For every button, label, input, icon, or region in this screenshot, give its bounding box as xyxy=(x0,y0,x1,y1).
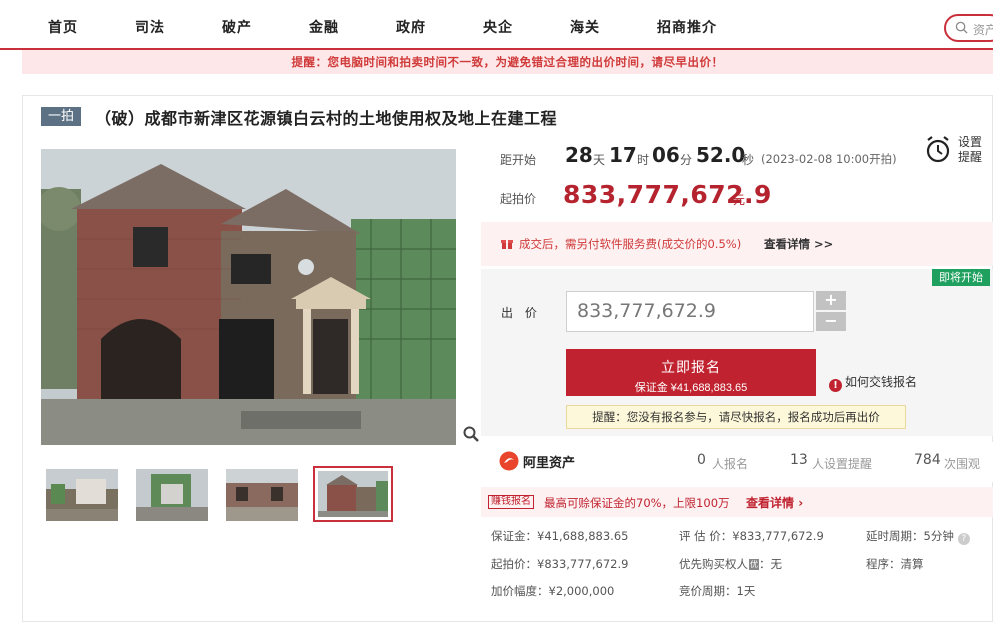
start-price-unit: 元 xyxy=(733,193,746,207)
thumbnail-image xyxy=(226,469,298,521)
info-delay-text: 延时周期：5分钟 xyxy=(866,529,954,543)
thumbnail-2[interactable] xyxy=(136,469,208,521)
search-placeholder: 资产 xyxy=(973,23,993,37)
thumbnail-image xyxy=(318,471,388,517)
countdown-days: 28 xyxy=(565,143,593,167)
page-title: （破）成都市新津区花源镇白云村的土地使用权及地上在建工程 xyxy=(95,109,558,128)
increase-bid-button[interactable]: + xyxy=(816,291,846,310)
bid-section: 即将开始 出 价 833,777,672.9 + − 立即报名 保证金 ¥41,… xyxy=(481,269,993,436)
signup-label: 立即报名 xyxy=(661,358,721,375)
reminder-count: 13 xyxy=(790,452,808,468)
info-priority: 优先购买权人 优：无 xyxy=(679,556,782,572)
search-icon xyxy=(955,21,968,34)
service-fee-details-link[interactable]: 查看详情 >> xyxy=(764,236,833,252)
countdown-days-unit: 天 xyxy=(593,153,606,167)
countdown-seconds: 52.0 xyxy=(696,143,746,167)
info-increment: 加价幅度：¥2,000,000 xyxy=(491,584,615,598)
thumbnail-image xyxy=(46,469,118,521)
info-delay: 延时周期：5分钟? xyxy=(866,528,970,545)
reminder-line2: 提醒 xyxy=(958,150,983,164)
top-nav: 首页 司法 破产 金融 政府 央企 海关 招商推介 资产 xyxy=(0,0,993,50)
signup-deposit: 保证金 ¥41,688,883.65 xyxy=(634,381,748,394)
help-icon[interactable]: ? xyxy=(957,533,970,545)
nav-item-investment[interactable]: 招商推介 xyxy=(657,17,717,37)
reminder-line1: 设置 xyxy=(958,135,983,149)
deposit-loan-promo: 赚钱报名 最高可赊保证金的70%，上限100万 查看详情 › xyxy=(481,487,993,517)
info-priority-label: 优先购买权人 xyxy=(679,557,748,571)
zoom-icon[interactable] xyxy=(463,426,479,442)
signup-button[interactable]: 立即报名 保证金 ¥41,688,883.65 xyxy=(566,349,816,396)
countdown-hours-unit: 时 xyxy=(637,153,650,167)
countdown-label: 距开始 xyxy=(500,153,537,167)
villa-photo xyxy=(41,149,456,445)
thumbnail-3[interactable] xyxy=(226,469,298,521)
priority-tag: 优 xyxy=(749,559,759,570)
view-count: 784 xyxy=(914,452,941,468)
thumbnail-4-selected[interactable] xyxy=(313,466,393,522)
info-icon: ! xyxy=(829,379,842,392)
bid-amount-input[interactable]: 833,777,672.9 xyxy=(566,291,814,332)
signup-reminder: 提醒：您没有报名参与，请尽快报名，报名成功后再出价 xyxy=(566,405,906,429)
set-reminder-label: 设置 提醒 xyxy=(958,135,988,165)
nav-item-customs[interactable]: 海关 xyxy=(570,17,600,37)
info-priority-value: ：无 xyxy=(759,557,782,571)
info-cycle: 竞价周期：1天 xyxy=(679,584,756,598)
signup-count: 0 xyxy=(697,452,706,468)
set-reminder-button[interactable]: 设置 提醒 xyxy=(922,133,992,169)
nav-item-home[interactable]: 首页 xyxy=(48,17,78,37)
nav-item-government[interactable]: 政府 xyxy=(396,17,426,37)
how-to-pay-link[interactable]: ! 如何交钱报名 xyxy=(829,373,917,392)
main-photo[interactable] xyxy=(41,149,456,445)
brand-name: 阿里资产 xyxy=(523,456,576,471)
auction-round-badge: 一拍 xyxy=(41,107,81,126)
bid-label: 出 价 xyxy=(501,306,541,320)
thumbnail-image xyxy=(136,469,208,521)
service-fee-notice: 成交后，需另付软件服务费(成交价的0.5%) 查看详情 >> xyxy=(481,222,993,266)
nav-item-bankruptcy[interactable]: 破产 xyxy=(222,17,252,37)
view-count-label: 次围观 xyxy=(944,457,981,471)
countdown-minutes-unit: 分 xyxy=(680,153,693,167)
alibaba-logo xyxy=(499,451,519,471)
alarm-clock-icon xyxy=(926,136,950,163)
promo-link-label: 查看详情 xyxy=(746,496,795,510)
info-procedure: 程序：清算 xyxy=(866,557,924,571)
countdown-seconds-unit: 秒 xyxy=(742,153,755,167)
gift-icon xyxy=(501,240,513,249)
info-appraisal: 评 估 价：¥833,777,672.9 xyxy=(679,529,824,543)
countdown-hours: 17 xyxy=(609,143,637,167)
status-badge: 即将开始 xyxy=(932,269,990,286)
service-fee-text: 成交后，需另付软件服务费(成交价的0.5%) xyxy=(519,237,742,251)
how-to-pay-label: 如何交钱报名 xyxy=(845,375,918,389)
promo-text: 最高可赊保证金的70%，上限100万 xyxy=(544,496,730,510)
reminder-count-label: 人设置提醒 xyxy=(812,457,873,471)
time-mismatch-notice: 提醒：您电脑时间和拍卖时间不一致，为避免错过合理的出价时间，请尽早出价！ xyxy=(22,50,993,74)
search-input[interactable]: 资产 xyxy=(944,14,993,42)
start-price-label: 起拍价 xyxy=(500,192,537,206)
thumbnail-1[interactable] xyxy=(46,469,118,521)
promo-details-link[interactable]: 查看详情 › xyxy=(746,494,803,511)
nav-item-finance[interactable]: 金融 xyxy=(309,17,339,37)
signup-count-label: 人报名 xyxy=(712,457,749,471)
nav-item-judicial[interactable]: 司法 xyxy=(135,17,165,37)
auction-stats: 阿里资产 0 人报名 13 人设置提醒 784 次围观 xyxy=(481,442,993,482)
auction-start-time: (2023-02-08 10:00开拍) xyxy=(761,152,897,166)
promo-tag: 赚钱报名 xyxy=(488,495,534,509)
decrease-bid-button[interactable]: − xyxy=(816,312,846,331)
info-start-price: 起拍价：¥833,777,672.9 xyxy=(491,557,629,571)
info-deposit: 保证金：¥41,688,883.65 xyxy=(491,529,629,543)
nav-item-soe[interactable]: 央企 xyxy=(483,17,513,37)
countdown-minutes: 06 xyxy=(652,143,680,167)
